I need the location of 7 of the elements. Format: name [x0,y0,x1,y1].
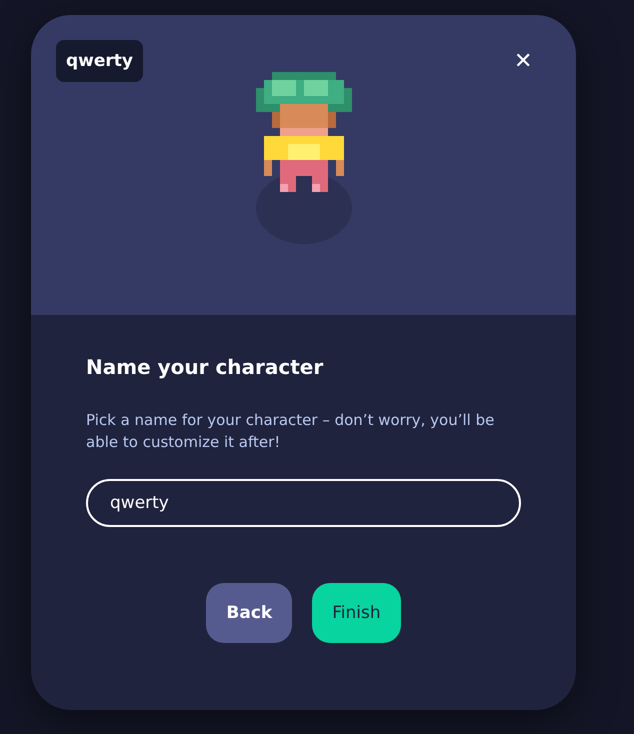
back-button[interactable]: Back [206,583,292,643]
character-name-chip: qwerty [56,40,143,82]
name-input-field[interactable]: qwerty [86,479,521,527]
finish-button[interactable]: Finish [312,583,401,643]
close-button[interactable]: ✕ [510,44,536,78]
dialog-title: Name your character [86,355,324,379]
dialog-description: Pick a name for your character – don’t worry, you’ll be able to customize it after! [86,410,496,453]
